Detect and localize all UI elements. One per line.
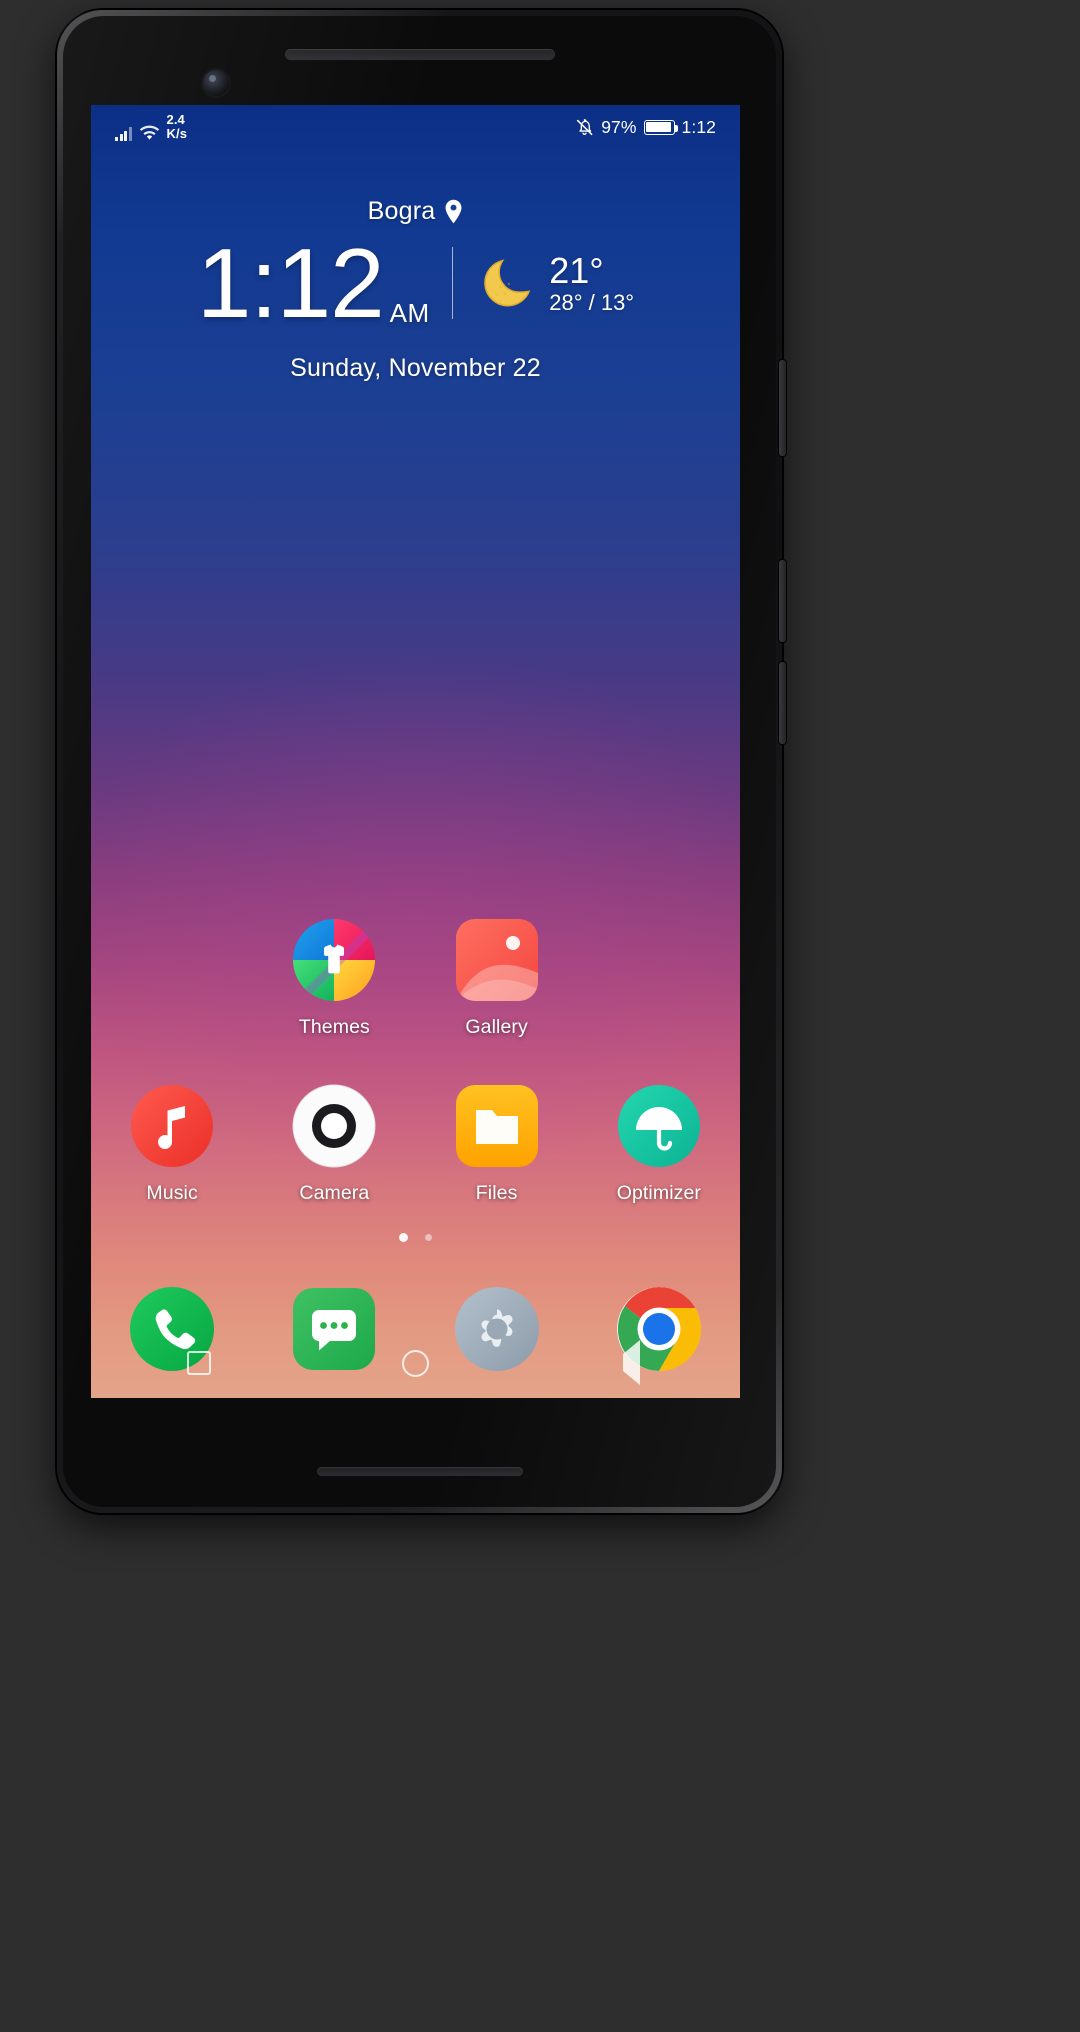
page-indicator[interactable] [91, 1233, 740, 1242]
volume-up-button[interactable] [779, 560, 786, 642]
battery-full-icon [643, 119, 679, 135]
app-label: Gallery [465, 1016, 528, 1038]
network-speed: 2.4 K/s [167, 113, 188, 141]
weather-high-low: 28° / 13° [549, 289, 635, 315]
network-speed-value: 2.4 [166, 112, 185, 128]
widget-date: Sunday, November 22 [290, 354, 541, 382]
widget-meridiem: AM [389, 298, 430, 328]
bottom-speaker [316, 1467, 523, 1476]
status-bar-right: 97% 1:12 [575, 117, 716, 138]
status-bar[interactable]: 2.4 K/s 97% 1:12 [91, 105, 740, 149]
app-slot-empty [578, 917, 740, 1039]
battery-percent: 97% [601, 116, 637, 137]
back-button[interactable] [524, 1340, 740, 1385]
widget-clock-time: 1:12 AM [197, 234, 430, 332]
app-music[interactable]: Music [91, 1083, 253, 1205]
phone-screen: 2.4 K/s 97% 1:12 Bogra 1:12 AM 21° 28° /… [91, 105, 740, 1398]
location-row: Bogra [91, 197, 740, 226]
music-icon[interactable] [129, 1083, 215, 1169]
app-grid-row-2: Music Camera Files Optimizer [91, 1083, 740, 1205]
clock-weather-widget[interactable]: Bogra 1:12 AM 21° 28° / 13° Sunday, Nove… [91, 197, 740, 383]
navigation-bar [91, 1328, 740, 1398]
weather-temperature: 21° [549, 249, 604, 291]
app-grid-row-1: Themes Gallery [91, 917, 740, 1039]
widget-divider [451, 247, 454, 319]
widget-time-value: 1:12 [196, 228, 385, 338]
app-gallery[interactable]: Gallery [416, 917, 578, 1039]
page-dot-active[interactable] [399, 1233, 408, 1242]
bell-muted-icon [575, 118, 594, 137]
recents-button[interactable] [91, 1351, 307, 1375]
status-bar-clock: 1:12 [681, 116, 716, 137]
earpiece-speaker [284, 49, 555, 60]
app-label: Optimizer [616, 1182, 702, 1204]
location-pin-icon [444, 199, 463, 224]
camera-icon[interactable] [291, 1083, 377, 1169]
home-button[interactable] [307, 1349, 523, 1377]
app-label: Music [146, 1182, 198, 1204]
clock-row: 1:12 AM 21° 28° / 13° [91, 234, 740, 332]
app-label: Themes [298, 1016, 370, 1038]
app-camera[interactable]: Camera [253, 1083, 415, 1205]
app-slot-empty [91, 917, 253, 1039]
gallery-icon[interactable] [454, 917, 540, 1003]
app-label: Files [475, 1182, 518, 1204]
location-name: Bogra [367, 197, 436, 225]
status-bar-left: 2.4 K/s [115, 113, 187, 141]
volume-down-button[interactable] [779, 662, 786, 744]
app-themes[interactable]: Themes [253, 917, 415, 1039]
page-dot[interactable] [425, 1234, 432, 1241]
files-icon[interactable] [454, 1083, 540, 1169]
app-optimizer[interactable]: Optimizer [578, 1083, 740, 1205]
front-camera-icon [203, 70, 229, 96]
themes-icon[interactable] [291, 917, 377, 1003]
power-button[interactable] [779, 360, 786, 456]
recents-square-icon [187, 1351, 212, 1375]
app-files[interactable]: Files [416, 1083, 578, 1205]
network-speed-unit: K/s [166, 125, 188, 141]
app-label: Camera [299, 1182, 370, 1204]
weather-text: 21° 28° / 13° [549, 249, 635, 316]
cellular-signal-icon [115, 126, 132, 141]
back-triangle-icon [623, 1340, 641, 1385]
screenshot-root: 2.4 K/s 97% 1:12 Bogra 1:12 AM 21° 28° /… [0, 0, 1080, 2032]
weather-block[interactable]: 21° 28° / 13° [475, 249, 635, 316]
home-circle-icon [401, 1349, 429, 1377]
wifi-icon [139, 125, 160, 141]
crescent-moon-icon [475, 252, 537, 314]
optimizer-icon[interactable] [616, 1083, 702, 1169]
